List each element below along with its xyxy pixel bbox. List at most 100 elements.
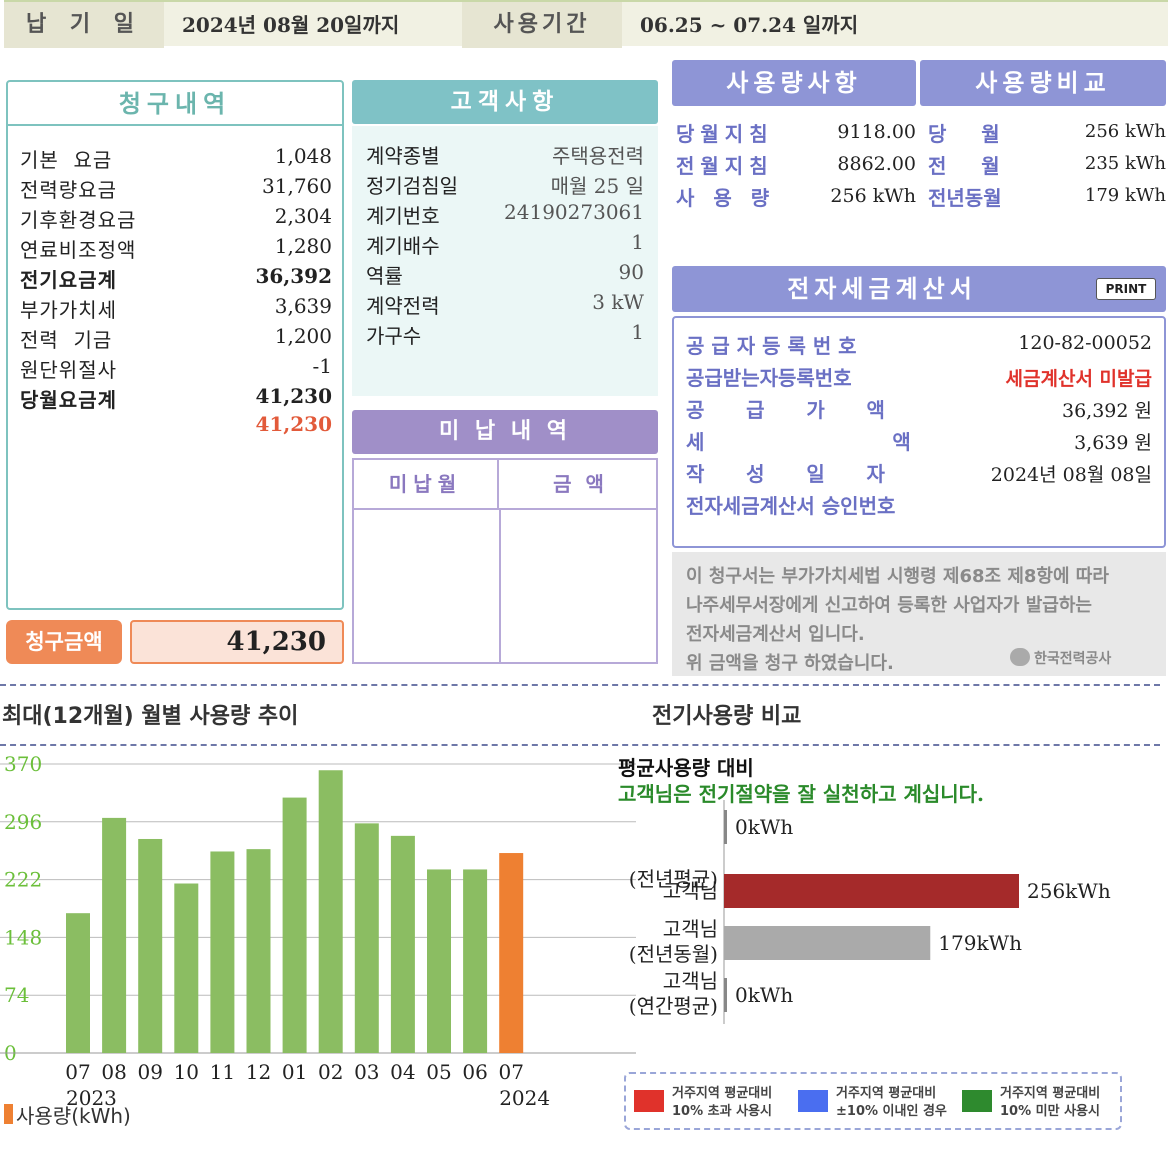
usage-bar [318, 770, 343, 1053]
billing-item-label: 전기요금계 [20, 268, 117, 292]
billing-item-value: 1,280 [274, 234, 332, 258]
unpaid-title: 미 납 내 역 [352, 410, 658, 454]
notice-box: 이 청구서는 부가가치세법 시행령 제68조 제8항에 따라 나주세무서장에게 신… [672, 552, 1166, 676]
kepco-logo-text: 한국전력공사 [1034, 651, 1112, 667]
unpaid-header-row: 미납월 금 액 [354, 460, 656, 510]
usage-item-value: 256 kWh [830, 185, 916, 207]
tax-item-label: 전자세금계산서 승인번호 [686, 494, 896, 518]
customer-item-value: 90 [618, 260, 644, 284]
x-tick-label: 06 [462, 1060, 487, 1084]
comparison-bar [724, 810, 727, 844]
billing-total-red: 41,230 [255, 412, 332, 436]
billing-item-label: 당월요금계 [20, 388, 117, 412]
billing-item-label: 기후환경요금 [20, 208, 137, 232]
legend-line1: 거주지역 평균대비 [836, 1086, 937, 1101]
tax-item-label: 작 성 일 자 [686, 462, 885, 486]
y-tick-label: 296 [4, 810, 42, 834]
y-tick-label: 370 [4, 752, 42, 776]
compare-item-value: 179 kWh [1084, 185, 1166, 206]
tax-title: 전자세금계산서 [787, 275, 977, 303]
billing-item-label: 원단위절사 [20, 358, 117, 382]
claim-amount-label: 청구금액 [6, 620, 122, 664]
usage-bar [354, 823, 379, 1053]
legend-swatch [634, 1090, 664, 1112]
separator-top [0, 684, 1160, 686]
billing-item-label: 기본 요금 [20, 148, 113, 172]
x-tick-label: 10 [174, 1060, 199, 1084]
usage-trend-chart: 07414822229637007 08 09 10 11 12 01 02 03 04 05 06 0… [0, 752, 636, 1110]
tax-item-label: 세 액 [686, 430, 911, 454]
legend-line1: 거주지역 평균대비 [672, 1086, 773, 1101]
usage-bar [463, 869, 488, 1053]
trend-legend-swatch [4, 1104, 13, 1124]
compare-title: 사용량비교 [920, 60, 1166, 106]
usage-bar [499, 853, 524, 1053]
billing-item-label: 부가가치세 [20, 298, 117, 322]
usage-bar [138, 838, 163, 1053]
customer-item-value: 24190273061 [504, 200, 644, 224]
x-tick-label: 03 [354, 1060, 379, 1084]
customer-title: 고객사항 [352, 80, 658, 124]
tax-item-value: 세금계산서 미발급 [1005, 368, 1152, 390]
customer-item-label: 계기배수 [366, 234, 440, 258]
customer-item-label: 계기번호 [366, 204, 440, 228]
comparison-bar-chart: 0kWh(전년평균) 256kWh고객님179kWh고객님 (전년동월)0kWh고객… [629, 800, 1111, 1024]
due-date-label: 납 기 일 [4, 2, 164, 48]
compare-item-value: 256 kWh [1084, 121, 1166, 142]
tax-item-value: 2024년 08월 08일 [990, 464, 1152, 486]
comparison-value-label: 0kWh [735, 983, 793, 1007]
legend-line2: 10% 미만 사용시 [1000, 1104, 1100, 1119]
notice-line: 나주세무서장에게 신고하여 등록한 사업자가 발급하는 [686, 595, 1092, 616]
comparison-bar [724, 874, 1019, 908]
billing-item-value: 36,392 [255, 264, 332, 288]
notice-line: 위 금액을 청구 하였습니다. [686, 653, 894, 674]
y-tick-label: 222 [4, 868, 42, 892]
notice-line: 전자세금계산서 입니다. [686, 624, 865, 645]
compare-item-label: 당 월 [928, 122, 1000, 146]
y-tick-label: 148 [4, 925, 42, 949]
usage-bar [282, 797, 307, 1053]
usage-period-value: 06.25 ~ 07.24 일까지 [640, 13, 859, 37]
legend-swatch [962, 1090, 992, 1112]
comparison-legend: 거주지역 평균대비 10% 초과 사용시 거주지역 평균대비 ±10% 이내인 경우 거… [624, 1072, 1122, 1130]
usage-bar [246, 849, 271, 1053]
usage-item-label: 당월지침 [676, 122, 774, 146]
usage-period-label: 사용기간 [462, 2, 622, 48]
customer-item-value: 3 kW [592, 290, 644, 314]
legend-line2: ±10% 이내인 경우 [836, 1104, 947, 1119]
tax-header: 전자세금계산서 PRINT [672, 266, 1166, 312]
x-tick-label: 11 [210, 1060, 235, 1084]
comparison-value-label: 0kWh [735, 815, 793, 839]
customer-item-label: 가구수 [366, 324, 422, 348]
unpaid-amount-header: 금 액 [553, 472, 604, 496]
x-tick-label: 04 [390, 1060, 415, 1084]
customer-item-value: 매월 25 일 [550, 174, 644, 198]
x-tick-label: 07 [498, 1060, 523, 1084]
unpaid-month-header: 미납월 [354, 460, 499, 508]
compare-subtitle: 평균사용량 대비 [618, 756, 754, 780]
customer-item-label: 정기검침일 [366, 174, 458, 198]
print-button[interactable]: PRINT [1096, 278, 1156, 300]
x-tick-label: 09 [137, 1060, 162, 1084]
usage-bar [390, 835, 415, 1053]
billing-item-label: 전력 기금 [20, 328, 113, 352]
billing-item-value: -1 [312, 354, 332, 378]
compare-item-label: 전년동월 [928, 186, 1002, 210]
year-label: 2024 [499, 1086, 550, 1110]
tax-item-label: 공 급 자 등 록 번 호 [686, 334, 857, 358]
billing-item-value: 3,639 [274, 294, 332, 318]
billing-panel: 청구내역 기본 요금 1,048 전력량요금 31,760 기후환경요금 2,304 연료비… [6, 80, 344, 610]
customer-item-label: 계약종별 [366, 144, 440, 168]
billing-item-value: 41,230 [255, 384, 332, 408]
customer-item-label: 역률 [366, 264, 403, 288]
x-tick-label: 08 [101, 1060, 126, 1084]
billing-item-label: 연료비조정액 [20, 238, 137, 262]
comparison-value-label: 256kWh [1027, 879, 1111, 903]
comparison-value-label: 179kWh [938, 931, 1022, 955]
billing-item-value: 2,304 [274, 204, 332, 228]
legend-line1: 거주지역 평균대비 [1000, 1086, 1101, 1101]
billing-item-value: 31,760 [262, 174, 332, 198]
usage-item-value: 9118.00 [837, 121, 916, 143]
separator-bottom [0, 744, 1160, 746]
compare-item-value: 235 kWh [1084, 153, 1166, 174]
